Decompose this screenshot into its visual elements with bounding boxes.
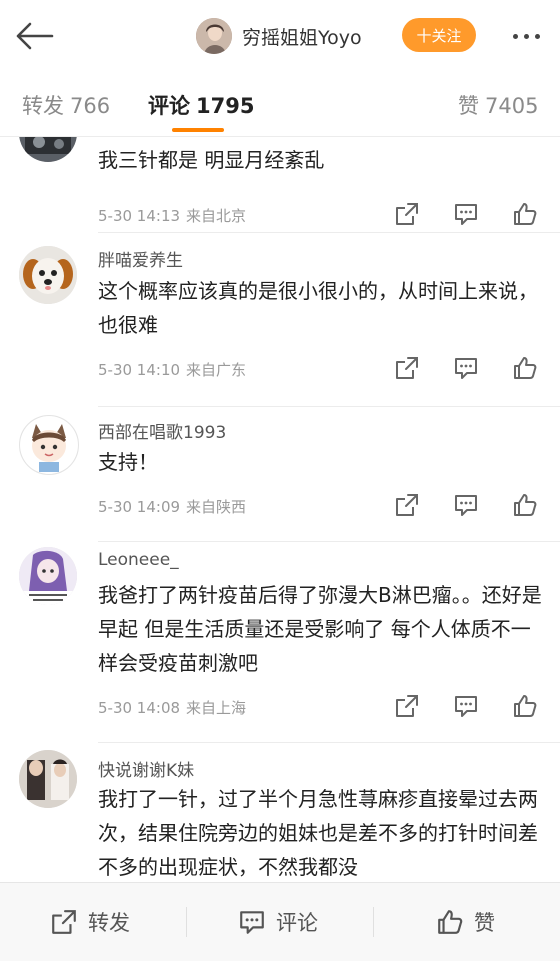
- user-avatar[interactable]: [19, 415, 79, 475]
- user-name[interactable]: 快说谢谢K妹: [98, 756, 194, 781]
- reply-button[interactable]: [451, 490, 481, 520]
- share-icon: [396, 695, 418, 717]
- like-button[interactable]: [510, 199, 540, 229]
- user-avatar[interactable]: [19, 547, 77, 605]
- thumbs-up-icon: [514, 494, 537, 516]
- comment-item: 西部在唱歌1993 支持！ 5-30 14:09 来自陕西: [0, 407, 560, 542]
- thumbs-up-icon: [514, 695, 537, 717]
- more-options-button[interactable]: [504, 22, 548, 50]
- share-icon: [396, 203, 418, 225]
- author-info[interactable]: 穷摇姐姐Yoyo: [196, 16, 362, 56]
- comment-source: 来自广东: [186, 361, 247, 379]
- tab-repost-label: 转发: [22, 94, 64, 118]
- divider: [186, 907, 187, 937]
- comment-meta: 5-30 14:13 来自北京: [98, 205, 246, 226]
- comment-text: 支持！: [98, 450, 158, 474]
- thumbs-up-icon: [514, 357, 537, 379]
- tab-repost-count: 766: [70, 94, 111, 118]
- comment-meta: 5-30 14:08 来自上海: [98, 697, 246, 718]
- user-avatar[interactable]: [19, 750, 77, 808]
- author-name[interactable]: 穷摇姐姐Yoyo: [242, 23, 362, 50]
- comment-source: 来自北京: [186, 207, 247, 225]
- comment-source: 来自陕西: [186, 498, 247, 516]
- tab-comment[interactable]: 评论 1795: [148, 90, 254, 120]
- reply-button[interactable]: [451, 691, 481, 721]
- tab-like[interactable]: 赞 7405: [458, 90, 538, 120]
- tab-comment-label: 评论: [148, 94, 190, 118]
- comment-text: 我打了一针，过了半个月急性荨麻疹直接晕过去两次，结果住院旁边的姐妹也是差不多的打…: [98, 787, 538, 879]
- like-button[interactable]: [510, 490, 540, 520]
- bottom-repost-button[interactable]: 转发: [50, 883, 130, 961]
- thumbs-up-icon: [438, 910, 463, 934]
- dot-icon: [523, 33, 529, 39]
- tab-repost[interactable]: 转发 766: [22, 90, 110, 120]
- comment-icon: [455, 358, 477, 379]
- follow-button[interactable]: 十关注: [402, 18, 476, 52]
- user-avatar[interactable]: [19, 246, 77, 304]
- dot-icon: [512, 33, 518, 39]
- like-button[interactable]: [510, 353, 540, 383]
- share-icon: [52, 910, 76, 934]
- comment-time: 5-30 14:08: [98, 699, 181, 717]
- comment-meta: 5-30 14:10 来自广东: [98, 359, 246, 380]
- dot-icon: [534, 33, 540, 39]
- top-bar: 穷摇姐姐Yoyo 十关注: [0, 0, 560, 73]
- comment-icon: [455, 495, 477, 516]
- comment-icon: [240, 911, 264, 934]
- comment-text: 我三针都是 明显月经紊乱: [98, 148, 325, 172]
- active-tab-indicator: [172, 128, 224, 132]
- share-button[interactable]: [392, 490, 422, 520]
- comment-item: 我三针都是 明显月经紊乱 5-30 14:13 来自北京: [0, 137, 560, 233]
- comment-time: 5-30 14:10: [98, 361, 181, 379]
- tab-like-label: 赞: [458, 94, 479, 118]
- back-arrow-icon: [16, 22, 54, 50]
- bottom-action-bar: 转发 评论 赞: [0, 882, 560, 961]
- user-avatar[interactable]: [19, 137, 77, 162]
- tab-bar: 转发 766 评论 1795 赞 7405: [0, 72, 560, 137]
- user-name[interactable]: Leoneee_: [98, 550, 179, 570]
- tab-like-count: 7405: [485, 94, 539, 118]
- comment-time: 5-30 14:13: [98, 207, 181, 225]
- bottom-comment-button[interactable]: 评论: [238, 883, 318, 961]
- comment-source: 来自上海: [186, 699, 247, 717]
- comment-item: 胖喵爱养生 这个概率应该真的是很小很小的，从时间上来说，也很难 5-30 14:…: [0, 232, 560, 407]
- comment-text: 这个概率应该真的是很小很小的，从时间上来说，也很难: [98, 279, 538, 337]
- comment-icon: [455, 696, 477, 717]
- thumbs-up-icon: [514, 203, 537, 225]
- reply-button[interactable]: [451, 199, 481, 229]
- comment-item: Leoneee_ 我爸打了两针疫苗后得了弥漫大B淋巴瘤。。还好是早起 但是生活质…: [0, 542, 560, 743]
- divider: [373, 907, 374, 937]
- comment-time: 5-30 14:09: [98, 498, 181, 516]
- comment-list[interactable]: 我三针都是 明显月经紊乱 5-30 14:13 来自北京 胖喵爱养生 这个概率应…: [0, 137, 560, 882]
- author-avatar[interactable]: [196, 18, 232, 54]
- reply-button[interactable]: [451, 353, 481, 383]
- comment-item: 快说谢谢K妹 我打了一针，过了半个月急性荨麻疹直接晕过去两次，结果住院旁边的姐妹…: [0, 742, 560, 882]
- bottom-comment-label: 评论: [276, 911, 318, 935]
- back-button[interactable]: [12, 18, 56, 54]
- comment-meta: 5-30 14:09 来自陕西: [98, 496, 246, 517]
- share-icon: [396, 494, 418, 516]
- user-name[interactable]: 西部在唱歌1993: [98, 418, 226, 443]
- share-button[interactable]: [392, 199, 422, 229]
- like-button[interactable]: [510, 691, 540, 721]
- comment-text: 我爸打了两针疫苗后得了弥漫大B淋巴瘤。。还好是早起 但是生活质量还是受影响了 每…: [98, 583, 542, 675]
- bottom-repost-label: 转发: [88, 911, 130, 935]
- bottom-like-button[interactable]: 赞: [436, 883, 495, 961]
- user-name[interactable]: 胖喵爱养生: [98, 246, 183, 271]
- tab-comment-count: 1795: [196, 94, 255, 118]
- comment-icon: [455, 204, 477, 225]
- share-button[interactable]: [392, 353, 422, 383]
- bottom-like-label: 赞: [474, 911, 495, 935]
- share-button[interactable]: [392, 691, 422, 721]
- share-icon: [396, 357, 418, 379]
